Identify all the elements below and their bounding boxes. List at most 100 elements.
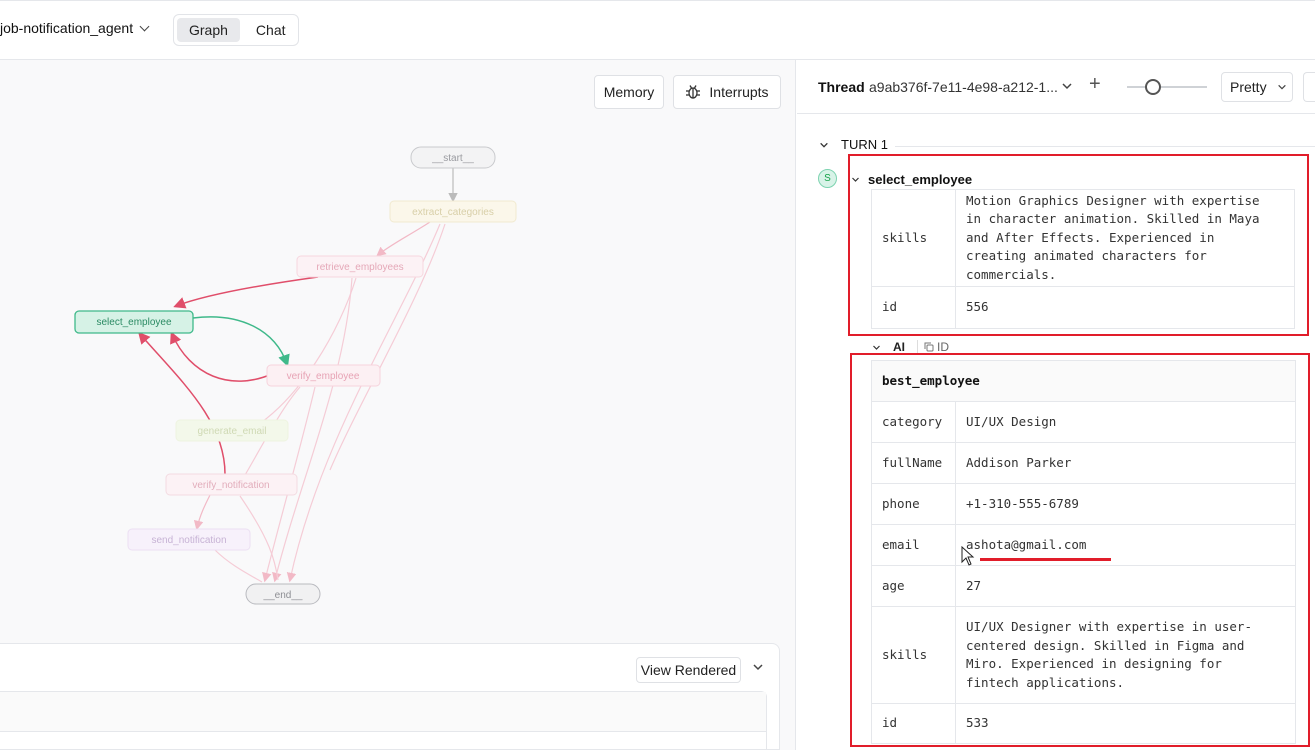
value-line: creating animated characters for (966, 248, 1207, 264)
agent-graph: __start__ extract_categories retrieve_em… (74, 146, 517, 605)
graph-node-extract-categories[interactable]: extract_categories (389, 200, 517, 223)
graph-node-label: __start__ (431, 153, 474, 164)
graph-node-label: send_notification (151, 535, 226, 546)
graph-node-label: generate_email (198, 426, 267, 437)
thread-panel: Thread a9ab376f-7e11-4e98-a212-1... + Pr… (797, 60, 1315, 750)
graph-edge (138, 331, 226, 475)
node-badge: S (818, 169, 837, 188)
view-rendered-button[interactable]: View Rendered (636, 657, 741, 683)
graph-node-end[interactable]: __end__ (245, 583, 321, 605)
row-value: Motion Graphics Designer with expertise … (955, 189, 1295, 287)
ai-message-header[interactable]: AI ID (872, 340, 949, 354)
graph-node-select-employee[interactable]: select_employee (74, 310, 194, 334)
chevron-down-icon (820, 142, 828, 148)
value-line: and After Effects. Experienced in (966, 229, 1215, 245)
table-row: id 556 (871, 286, 1295, 329)
graph-edge (170, 331, 273, 382)
row-key: id (871, 286, 956, 329)
thread-toolbar: Thread a9ab376f-7e11-4e98-a212-1... + Pr… (797, 60, 1315, 114)
new-thread-plus-icon[interactable]: + (1089, 73, 1101, 96)
table-row: fullName Addison Parker (871, 442, 1296, 484)
chevron-down-icon[interactable] (1061, 80, 1073, 92)
memory-label: Memory (603, 84, 655, 100)
chevron-down-icon (852, 177, 859, 182)
table-row: category UI/UX Design (871, 401, 1296, 443)
view-rendered-label: View Rendered (640, 662, 737, 678)
row-key: skills (871, 606, 956, 704)
row-key: age (871, 565, 956, 607)
view-mode-label: Pretty (1230, 79, 1267, 95)
email-underline-annotation (980, 558, 1111, 561)
row-key: fullName (871, 442, 956, 484)
tab-graph[interactable]: Graph (177, 18, 240, 42)
graph-node-label: retrieve_employees (316, 262, 403, 273)
graph-edge (376, 221, 431, 257)
row-value: +1-310-555-6789 (955, 483, 1296, 525)
slider-thumb[interactable] (1145, 79, 1161, 95)
turn-header[interactable]: TURN 1 (819, 137, 888, 152)
graph-node-label: extract_categories (412, 207, 494, 218)
view-mode-select[interactable]: Pretty (1221, 72, 1293, 102)
row-value: UI/UX Design (955, 401, 1296, 443)
table-row: skills UI/UX Designer with expertise in … (871, 606, 1296, 704)
table-row: skills Motion Graphics Designer with exp… (871, 189, 1295, 287)
history-slider[interactable] (1127, 79, 1207, 95)
value-line: fintech applications. (966, 674, 1125, 690)
panel-menu-button[interactable] (1303, 72, 1315, 102)
thread-label: Thread (818, 79, 865, 95)
graph-node-send-notification[interactable]: send_notification (127, 528, 251, 551)
row-value: 533 (955, 703, 1296, 744)
tab-chat[interactable]: Chat (244, 18, 298, 42)
interrupts-label: Interrupts (709, 84, 769, 100)
graph-edge (173, 276, 319, 309)
chevron-down-icon (1277, 84, 1286, 90)
value-line: UI/UX Designer with expertise in user- (966, 619, 1252, 634)
row-key: skills (871, 189, 956, 287)
select-employee-state-table: skills Motion Graphics Designer with exp… (871, 189, 1295, 329)
value-line: in character animation. Skilled in Maya (966, 211, 1260, 227)
copy-id-button[interactable]: ID (917, 340, 949, 354)
row-key: category (871, 401, 956, 443)
bug-icon (686, 85, 701, 99)
row-value: Addison Parker (955, 442, 1296, 484)
graph-node-verify-employee[interactable]: verify_employee (266, 364, 381, 387)
graph-edge (214, 549, 263, 583)
mouse-cursor-icon (961, 546, 975, 566)
row-key: id (871, 703, 956, 744)
row-key: email (871, 524, 956, 566)
value-line: Miro. Experienced in designing for (966, 656, 1222, 671)
table-row: age 27 (871, 565, 1296, 607)
node-header[interactable]: select_employee (851, 172, 972, 187)
top-divider (0, 0, 1315, 3)
view-toggle: Graph Chat (173, 14, 299, 46)
table-title: best_employee (871, 360, 1296, 402)
graph-node-start[interactable]: __start__ (410, 146, 496, 169)
graph-node-label: __end__ (263, 590, 303, 601)
table-row: id 533 (871, 703, 1296, 744)
node-name: select_employee (868, 172, 973, 187)
copy-icon (924, 342, 934, 352)
chevron-down-icon (873, 345, 880, 350)
graph-edge (192, 316, 290, 367)
graph-node-retrieve-employees[interactable]: retrieve_employees (296, 255, 424, 278)
graph-node-label: verify_employee (287, 371, 360, 382)
row-key: phone (871, 483, 956, 525)
ai-label: AI (893, 340, 905, 354)
chevron-down-icon[interactable] (752, 661, 764, 673)
project-selector[interactable]: job-notification_agent (0, 20, 150, 36)
slider-track (1127, 86, 1207, 88)
top-bar: job-notification_agent Graph Chat (0, 0, 1315, 60)
output-inner-header (0, 692, 766, 732)
chevron-down-icon (139, 21, 150, 31)
memory-button[interactable]: Memory (594, 75, 664, 109)
thread-id-selector[interactable]: a9ab376f-7e11-4e98-a212-1... (869, 79, 1058, 95)
graph-edge (193, 494, 211, 531)
table-header-row: best_employee (871, 360, 1296, 402)
table-row: phone +1-310-555-6789 (871, 483, 1296, 525)
best-employee-table: best_employee category UI/UX Design full… (871, 360, 1296, 744)
graph-node-verify-notification[interactable]: verify_notification (165, 473, 298, 496)
value-line: centered design. Skilled in Figma and (966, 637, 1245, 653)
graph-node-generate-email[interactable]: generate_email (175, 419, 289, 442)
project-name: job-notification_agent (0, 20, 134, 36)
interrupts-button[interactable]: Interrupts (673, 75, 781, 109)
